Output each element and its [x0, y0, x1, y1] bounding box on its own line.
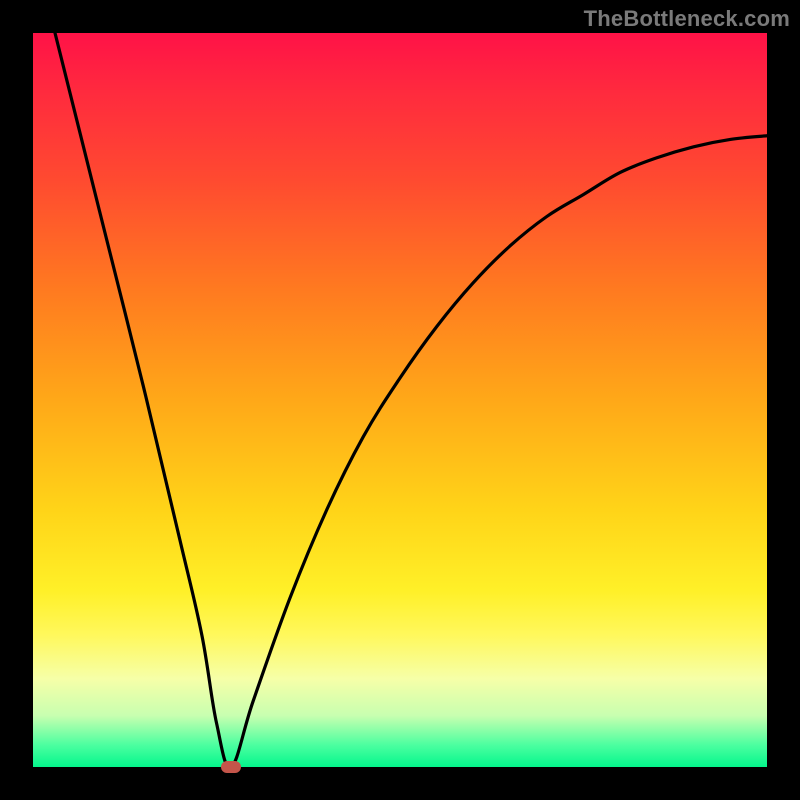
plot-area — [33, 33, 767, 767]
watermark-text: TheBottleneck.com — [584, 6, 790, 32]
bottleneck-curve — [33, 33, 767, 767]
chart-frame: TheBottleneck.com — [0, 0, 800, 800]
minimum-marker — [221, 761, 241, 773]
